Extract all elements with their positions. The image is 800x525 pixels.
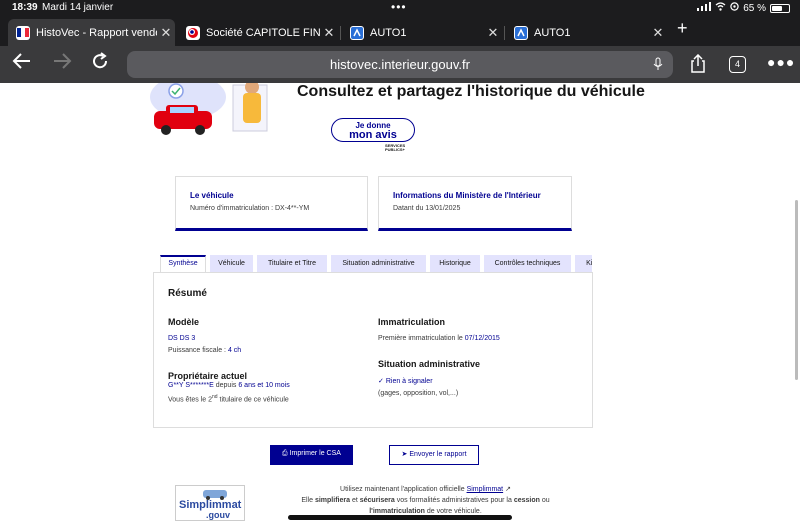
auto1-favicon-icon: [514, 25, 528, 40]
check-icon: ✓: [378, 378, 384, 385]
first-registration: Première immatriculation le 07/12/2015: [378, 335, 500, 342]
report-tabs: Synthèse Véhicule Titulaire et Titre Sit…: [160, 255, 592, 272]
tab-count-button[interactable]: 4: [729, 56, 746, 73]
send-icon: ➤: [401, 451, 408, 458]
tab-vehicule[interactable]: Véhicule: [210, 255, 253, 272]
tab-kilometrage[interactable]: Kil: [575, 255, 592, 272]
owner-rank: Vous êtes le 2nd titulaire de ce véhicul…: [168, 394, 289, 404]
close-tab-icon[interactable]: ✕: [649, 25, 667, 41]
new-tab-icon[interactable]: +: [677, 18, 690, 39]
simplimmat-promo: Utilisez maintenant l'application offici…: [301, 486, 550, 515]
print-csa-button[interactable]: ⎙ Imprimer le CSA: [270, 445, 353, 465]
battery-percent: 65 %: [743, 2, 766, 14]
url-text: histovec.interieur.gouv.fr: [330, 57, 470, 72]
admin-situation-label: Situation administrative: [378, 359, 481, 369]
tab-controles-techniques[interactable]: Contrôles techniques: [484, 255, 571, 272]
fiscal-power: Puissance fiscale : 4 ch: [168, 347, 242, 354]
close-tab-icon[interactable]: ✕: [484, 25, 502, 41]
feedback-line2: mon avis: [349, 129, 397, 141]
tab-synthese[interactable]: Synthèse: [160, 255, 206, 272]
send-report-button[interactable]: ➤ Envoyer le rapport: [389, 445, 479, 465]
browser-tab-strip: HistoVec - Rapport vendeur ✕ Société CAP…: [0, 16, 800, 46]
french-flag-favicon-icon: [16, 25, 30, 40]
more-options-icon[interactable]: ●●●: [767, 54, 795, 70]
close-tab-icon[interactable]: ✕: [320, 25, 338, 41]
auto1-favicon-icon: [350, 25, 364, 40]
registration-label: Immatriculation: [378, 317, 446, 327]
browser-tab-auto1[interactable]: AUTO1 ✕: [342, 19, 502, 46]
browser-tab-title: AUTO1: [370, 26, 407, 39]
microphone-icon[interactable]: [653, 51, 663, 81]
summary-heading: Résumé: [168, 288, 207, 299]
services-publics-logo: SERVICES PUBLICS+: [385, 143, 406, 152]
reload-icon[interactable]: [91, 52, 109, 75]
signal-icon: [697, 2, 712, 14]
vehicle-card: Le véhicule Numéro d'immatriculation : D…: [175, 176, 368, 231]
marianne-favicon-icon: [186, 25, 200, 40]
address-bar[interactable]: histovec.interieur.gouv.fr: [127, 51, 673, 78]
browser-tab-auto1-2[interactable]: AUTO1 ✕: [506, 19, 667, 46]
browser-tab-title: HistoVec - Rapport vendeur: [36, 26, 157, 39]
model-value: DS DS 3: [168, 335, 196, 342]
printer-icon: ⎙: [282, 450, 288, 457]
ministry-card-title: Informations du Ministère de l'Intérieur: [393, 191, 541, 200]
ministry-card-value: Datant du 13/01/2025: [393, 205, 461, 212]
scrollbar[interactable]: [795, 200, 798, 380]
multitask-dots[interactable]: •••: [391, 0, 407, 14]
vehicle-card-value: Numéro d'immatriculation : DX-4**-YM: [190, 205, 310, 212]
browser-tab-histovec[interactable]: HistoVec - Rapport vendeur ✕: [8, 19, 175, 46]
ministry-card: Informations du Ministère de l'Intérieur…: [378, 176, 572, 231]
wifi-icon: [715, 2, 726, 14]
simplimmat-link[interactable]: Simplimmat: [467, 486, 504, 493]
forward-icon[interactable]: [52, 52, 72, 75]
location-icon: [730, 2, 739, 14]
simplimmat-logo[interactable]: Simplimmat .gouv: [175, 485, 245, 521]
external-link-icon: ↗: [505, 486, 511, 493]
tab-situation-administrative[interactable]: Situation administrative: [331, 255, 426, 272]
browser-tab-title: Société CAPITOLE FINANCE: [206, 26, 320, 39]
model-label: Modèle: [168, 317, 200, 327]
status-time: 18:39: [12, 2, 38, 13]
browser-tab-title: AUTO1: [534, 26, 571, 39]
summary-panel: Résumé Modèle DS DS 3 Puissance fiscale …: [153, 272, 593, 428]
browser-tab-capitole[interactable]: Société CAPITOLE FINANCE ✕: [178, 19, 338, 46]
owner-name: G**Y S*******E depuis 6 ans et 10 mois: [168, 382, 290, 389]
page-title: Consultez et partagez l'historique du vé…: [297, 83, 645, 100]
share-icon[interactable]: [690, 53, 706, 73]
owner-label: Propriétaire actuel: [168, 371, 248, 381]
tab-historique[interactable]: Historique: [430, 255, 480, 272]
browser-toolbar: histovec.interieur.gouv.fr 4 ●●●: [0, 46, 800, 83]
admin-status: ✓ Rien à signaler: [378, 378, 433, 385]
close-tab-icon[interactable]: ✕: [157, 25, 175, 41]
web-page: Consultez et partagez l'historique du vé…: [0, 83, 800, 525]
tab-titulaire[interactable]: Titulaire et Titre: [257, 255, 327, 272]
vehicle-illustration: [148, 83, 273, 138]
back-icon[interactable]: [12, 52, 32, 75]
battery-icon: [770, 3, 790, 13]
status-bar: 18:39 Mardi 14 janvier ••• 65 %: [0, 0, 800, 16]
status-date: Mardi 14 janvier: [42, 2, 114, 13]
home-indicator[interactable]: [288, 515, 512, 520]
admin-detail: (gages, opposition, vol,...): [378, 390, 459, 397]
give-feedback-button[interactable]: Je donne mon avis: [331, 118, 415, 142]
vehicle-card-title: Le véhicule: [190, 191, 234, 200]
